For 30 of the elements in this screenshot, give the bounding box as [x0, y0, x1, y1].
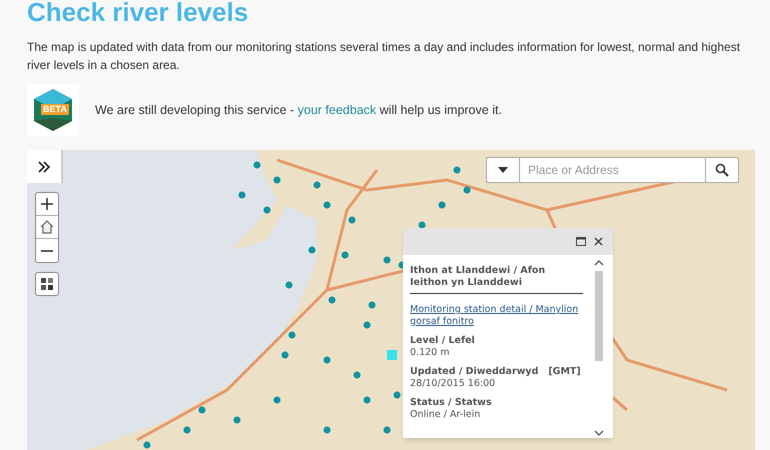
- field-value: 28/10/2015 16:00: [410, 378, 496, 390]
- search-button[interactable]: [705, 157, 739, 183]
- maximize-icon[interactable]: [576, 237, 586, 246]
- page-title: Check river levels: [27, 0, 250, 28]
- station-detail-link[interactable]: Monitoring station detail / Manylion gorsaf fonitro: [410, 304, 583, 328]
- station-title: Ithon at Llanddewi / Afon Ieithon yn Llanddewi: [410, 265, 583, 294]
- field-label: Updated / Diweddarwyd [GMT]: [410, 366, 582, 378]
- panel-toggle-button[interactable]: [27, 150, 63, 183]
- scrollbar-thumb[interactable]: [595, 271, 603, 361]
- close-icon[interactable]: [594, 237, 603, 246]
- field-label: Status / Statws: [410, 397, 493, 409]
- caret-icon: [497, 166, 509, 174]
- chevron-up-icon[interactable]: [594, 259, 604, 266]
- search-dropdown[interactable]: [486, 157, 520, 183]
- search-field[interactable]: Place or Address: [520, 157, 705, 183]
- beta-notice: We are still developing this service - your feedback will help us improve it.: [95, 102, 502, 119]
- minus-icon: [41, 250, 53, 252]
- intro-paragraph: The map is updated with data from our monitoring stations several times a day and includes information for lowest, normal and highest river levels in a chosen area.: [27, 39, 742, 74]
- chevron-down-icon[interactable]: [594, 430, 604, 437]
- grid-icon: [40, 277, 54, 291]
- feedback-link[interactable]: your feedback: [298, 102, 376, 117]
- plus-icon: [40, 197, 54, 211]
- double-chevron-icon: [37, 160, 51, 174]
- search-icon: [715, 163, 729, 177]
- basemap-button[interactable]: [35, 272, 59, 296]
- beta-badge: BETA: [41, 104, 69, 115]
- field-label: Level / Lefel: [410, 335, 476, 347]
- field-value: 0.120 m: [410, 347, 450, 359]
- field-value: Online / Ar-lein: [410, 409, 482, 421]
- home-icon: [39, 219, 55, 235]
